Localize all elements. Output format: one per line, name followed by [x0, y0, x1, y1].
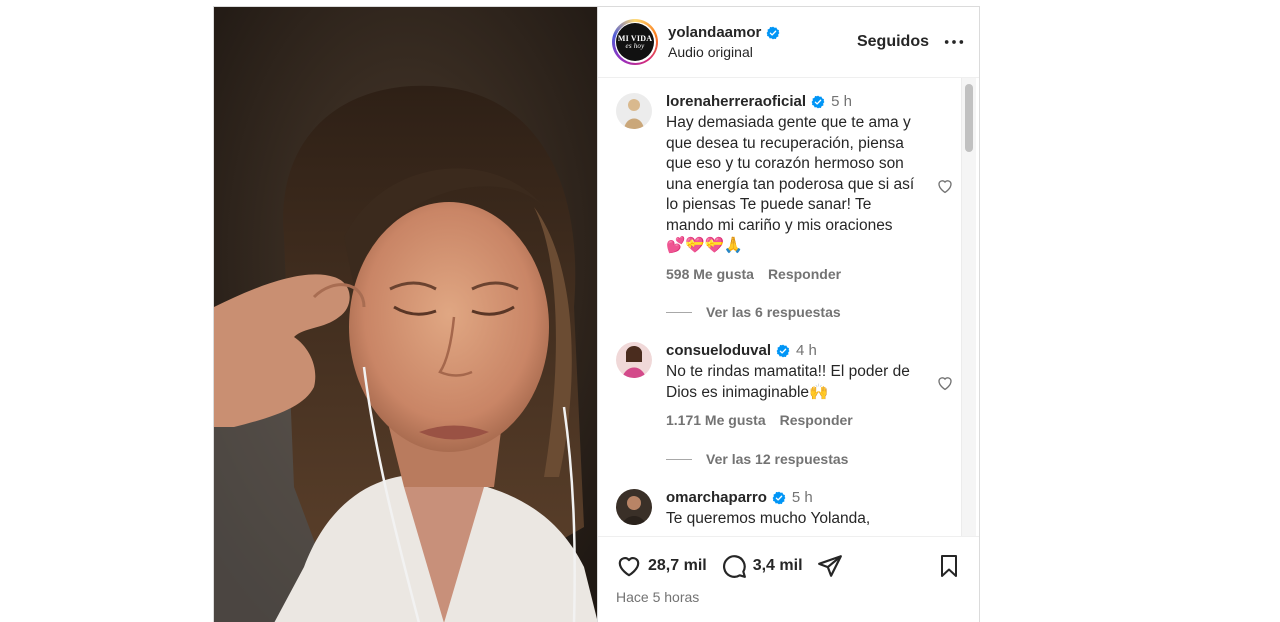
- author-avatar[interactable]: MI VIDA es hoy: [612, 19, 658, 65]
- post-timestamp[interactable]: Hace 5 horas: [616, 589, 699, 605]
- comment-button[interactable]: 3,4 mil: [721, 553, 803, 579]
- verified-badge-icon: [776, 344, 790, 357]
- comment-time[interactable]: 4 h: [796, 342, 817, 359]
- more-horizontal-icon[interactable]: [943, 31, 965, 53]
- comment-username[interactable]: lorenaherreraoficial: [666, 93, 806, 110]
- verified-badge-icon: [766, 26, 780, 39]
- heart-icon: [618, 557, 640, 577]
- comment-time[interactable]: 5 h: [831, 93, 852, 110]
- reply-button[interactable]: Responder: [780, 412, 853, 428]
- comments-list[interactable]: lorenaherreraoficial 5 h Hay demasiada g…: [598, 78, 979, 536]
- commenter-avatar[interactable]: [616, 93, 652, 129]
- view-replies-button[interactable]: Ver las 12 respuestas: [666, 451, 848, 467]
- comment-username[interactable]: omarchaparro: [666, 489, 767, 506]
- post-footer: 28,7 mil 3,4 mil Hace 5 horas: [598, 536, 979, 622]
- comment-text: Te queremos mucho Yolanda,: [666, 510, 871, 527]
- post-header: MI VIDA es hoy yolandaamor Audio origina…: [598, 7, 979, 78]
- comment-item: omarchaparro 5 h Te queremos mucho Yolan…: [616, 489, 946, 530]
- post-side-panel: MI VIDA es hoy yolandaamor Audio origina…: [597, 7, 979, 622]
- comment-bubble-icon: [722, 555, 746, 578]
- post-video[interactable]: [214, 7, 597, 622]
- verified-badge-icon: [772, 491, 786, 504]
- comment-username[interactable]: consueloduval: [666, 342, 771, 359]
- comment-likes[interactable]: 1.171 Me gusta: [666, 412, 766, 428]
- comment-time[interactable]: 5 h: [792, 489, 813, 506]
- comments-count: 3,4 mil: [752, 557, 803, 574]
- heart-icon[interactable]: [936, 177, 954, 195]
- likes-count: 28,7 mil: [648, 557, 707, 574]
- like-button[interactable]: 28,7 mil: [616, 553, 707, 579]
- brand-logo: MI VIDA es hoy: [616, 23, 654, 61]
- verified-badge-icon: [811, 95, 825, 108]
- scrollbar-thumb[interactable]: [965, 84, 973, 152]
- post-dialog: MI VIDA es hoy yolandaamor Audio origina…: [213, 6, 980, 622]
- bookmark-icon[interactable]: [937, 553, 961, 579]
- heart-icon[interactable]: [936, 374, 954, 392]
- comment-text: Hay demasiada gente que te ama y que des…: [666, 114, 915, 254]
- commenter-avatar[interactable]: [616, 342, 652, 378]
- comment-item: lorenaherreraoficial 5 h Hay demasiada g…: [616, 93, 952, 282]
- comments-scrollbar[interactable]: [961, 78, 976, 536]
- paper-plane-icon: [817, 555, 842, 577]
- audio-label[interactable]: Audio original: [668, 44, 857, 60]
- view-replies-button[interactable]: Ver las 6 respuestas: [666, 304, 841, 320]
- following-button[interactable]: Seguidos: [857, 33, 929, 51]
- comment-item: consueloduval 4 h No te rindas mamatita!…: [616, 342, 952, 428]
- video-frame-illustration: [214, 7, 597, 622]
- commenter-avatar[interactable]: [616, 489, 652, 525]
- reply-button[interactable]: Responder: [768, 266, 841, 282]
- share-button[interactable]: [817, 553, 849, 579]
- author-username[interactable]: yolandaamor: [668, 24, 761, 41]
- comment-text: No te rindas mamatita!! El poder de Dios…: [666, 363, 910, 401]
- comment-likes[interactable]: 598 Me gusta: [666, 266, 754, 282]
